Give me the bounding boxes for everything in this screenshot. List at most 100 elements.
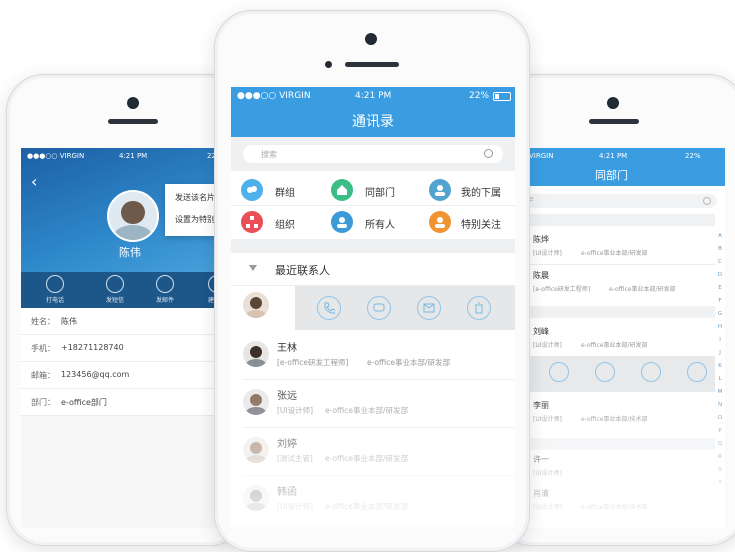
message-icon[interactable] [367, 296, 391, 320]
sms-button[interactable]: 发短信 [95, 275, 135, 304]
mail-icon[interactable] [641, 362, 661, 382]
index-letter[interactable]: L [715, 373, 725, 386]
menu-item-send-card[interactable]: 发送该名片 [175, 192, 215, 203]
message-icon[interactable] [595, 362, 615, 382]
index-letter[interactable]: A [715, 230, 725, 243]
message-icon [106, 275, 124, 293]
index-letter[interactable]: Q [715, 438, 725, 451]
search-icon [703, 197, 711, 205]
alphabet-index[interactable]: ABCDEFGHIJKLMNOPQRST [715, 230, 725, 490]
speaker-grille [589, 119, 639, 124]
index-letter[interactable]: B [715, 243, 725, 256]
index-letter[interactable]: G [715, 308, 725, 321]
left-phone: ●●●○○ VIRGIN 4:21 PM 22 ‹ 陈伟 发送该名片 设置为特别… [6, 74, 248, 546]
menu-item-favorites[interactable]: 特别关注 [429, 209, 515, 235]
index-letter[interactable]: O [715, 412, 725, 425]
list-item[interactable]: 王林 [e-office研发工程师] e-office事业本部/研发部 [231, 333, 515, 377]
section-header [515, 214, 715, 226]
page-title: 同部门 [595, 169, 628, 182]
avatar [243, 437, 269, 463]
index-letter[interactable]: J [715, 347, 725, 360]
main-screen: ●●●○○ VIRGIN 4:21 PM 22% 通讯录 搜索 群组 同部门 我… [231, 87, 515, 527]
index-letter[interactable]: I [715, 334, 725, 347]
swiped-row [231, 286, 515, 330]
avatar [107, 190, 159, 242]
speaker-grille [345, 62, 399, 67]
person-icon [429, 211, 451, 233]
back-icon[interactable]: ‹ [31, 172, 37, 191]
list-item[interactable]: 张远 [UI设计师] e-office事业本部/研发部 [231, 381, 515, 425]
search-icon [484, 149, 493, 158]
profile-name: 陈伟 [119, 246, 141, 259]
menu-item-everyone[interactable]: 所有人 [331, 209, 421, 235]
index-letter[interactable]: N [715, 399, 725, 412]
mail-icon [156, 275, 174, 293]
battery-icon [493, 92, 511, 101]
proximity-sensor [325, 61, 332, 68]
status-bar: VIRGIN 4:21 PM 22% [529, 152, 701, 160]
home-icon [331, 179, 353, 201]
chevron-down-icon [249, 265, 257, 271]
avatar [243, 341, 269, 367]
index-letter[interactable]: C [715, 256, 725, 269]
section-header [515, 438, 715, 450]
time-label: 4:21 PM [119, 152, 148, 160]
list-item[interactable]: 陈晨 [e-office研发工程师] e-office事业本部/研发部 [515, 266, 715, 300]
index-letter[interactable]: S [715, 464, 725, 477]
menu-item-organization[interactable]: 组织 [241, 209, 331, 235]
search-input[interactable]: e [521, 194, 717, 208]
recent-header[interactable]: 最近联系人 [231, 253, 515, 285]
index-letter[interactable]: E [715, 282, 725, 295]
menu-item-same-dept[interactable]: 同部门 [331, 177, 421, 203]
person-icon [331, 211, 353, 233]
right-phone: VIRGIN 4:21 PM 22% 同部门 e 陈烨 [UI设计师] e-of… [494, 74, 735, 546]
trash-icon[interactable] [687, 362, 707, 382]
main-phone: ●●●○○ VIRGIN 4:21 PM 22% 通讯录 搜索 群组 同部门 我… [214, 10, 530, 552]
person-icon [429, 179, 451, 201]
index-letter[interactable]: M [715, 386, 725, 399]
trash-icon[interactable] [467, 296, 491, 320]
speaker-grille [108, 119, 158, 124]
list-item[interactable]: 李丽 [UI设计师] e-office事业本部/技术部 [515, 396, 715, 430]
list-item[interactable]: 肖清 [UI设计师] e-office事业本部/技术部 [515, 486, 715, 516]
index-letter[interactable]: T [715, 477, 725, 490]
avatar [243, 485, 269, 511]
index-letter[interactable]: K [715, 360, 725, 373]
section-header [515, 306, 715, 318]
camera-icon [127, 97, 139, 109]
search-input[interactable]: 搜索 [243, 145, 503, 163]
index-letter[interactable]: D [715, 269, 725, 282]
camera-icon [365, 33, 377, 45]
carrier-label: ●●●○○ VIRGIN [27, 152, 85, 160]
battery-label: 22% [469, 91, 490, 101]
call-button[interactable]: 打电话 [35, 275, 75, 304]
swipe-actions [515, 356, 715, 392]
swipe-actions [295, 286, 515, 330]
list-item[interactable]: 韩函 [UI设计师] e-office事业本部/研发部 [231, 477, 515, 521]
phone-icon [46, 275, 64, 293]
email-button[interactable]: 发邮件 [145, 275, 185, 304]
list-item[interactable]: 陈烨 [UI设计师] e-office事业本部/研发部 [515, 230, 715, 264]
index-letter[interactable]: F [715, 295, 725, 308]
list-item[interactable]: 许一 [UI设计师] [515, 452, 715, 482]
avatar [243, 389, 269, 415]
page-title: 通讯录 [352, 114, 394, 130]
menu-item-subordinates[interactable]: 我的下属 [429, 177, 515, 203]
index-letter[interactable]: P [715, 425, 725, 438]
list-item[interactable]: 刘婷 [测试主管] e-office事业本部/研发部 [231, 429, 515, 473]
menu-item-groups[interactable]: 群组 [241, 177, 331, 203]
index-letter[interactable]: R [715, 451, 725, 464]
section-divider [231, 239, 515, 253]
camera-icon [607, 97, 619, 109]
mail-icon[interactable] [417, 296, 441, 320]
carrier-label: ●●●○○ VIRGIN [237, 91, 311, 101]
avatar [243, 292, 269, 318]
index-letter[interactable]: H [715, 321, 725, 334]
status-bar: ●●●○○ VIRGIN 4:21 PM 22% [231, 87, 515, 107]
right-screen: VIRGIN 4:21 PM 22% 同部门 e 陈烨 [UI设计师] e-of… [515, 148, 725, 528]
quick-menu: 群组 同部门 我的下属 组织 所有人 特别关注 [231, 173, 515, 239]
call-icon[interactable] [549, 362, 569, 382]
chat-bubbles-icon [241, 179, 263, 201]
list-item[interactable]: 刘峰 [UI设计师] e-office事业本部/研发部 [515, 322, 715, 356]
phone-icon[interactable] [317, 296, 341, 320]
